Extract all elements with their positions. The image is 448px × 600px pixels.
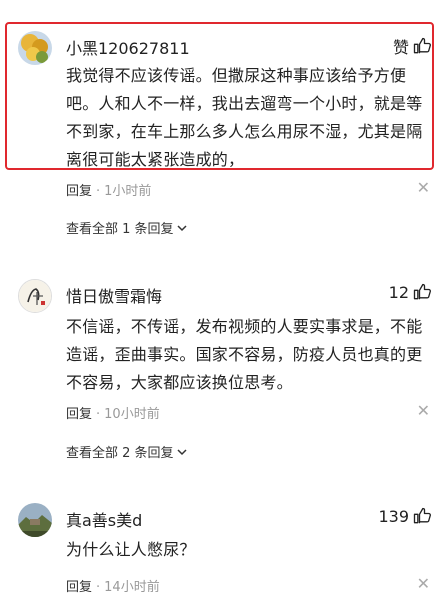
comment-text: 不信谣，不传谣，发布视频的人要实事求是，不能造谣，歪曲事实。国家不容易，防疫人员… <box>66 317 423 392</box>
username[interactable]: 真a善s美d <box>66 507 142 531</box>
view-all-label: 查看全部 2 条回复 <box>66 446 174 461</box>
avatar-image <box>19 280 51 312</box>
like-button[interactable]: 12 <box>389 282 432 302</box>
comment-meta: 回复 · 1小时前 <box>66 180 151 199</box>
chevron-down-icon <box>177 224 187 231</box>
avatar[interactable] <box>18 31 52 65</box>
view-all-label: 查看全部 1 条回复 <box>66 222 174 237</box>
close-icon[interactable]: ✕ <box>417 574 430 593</box>
avatar[interactable] <box>18 279 52 313</box>
timestamp: 1小时前 <box>104 184 152 199</box>
chevron-down-icon <box>177 448 187 455</box>
reply-button[interactable]: 回复 <box>66 407 92 422</box>
comment-meta: 回复 · 10小时前 <box>66 403 160 422</box>
thumbs-up-icon <box>413 507 431 524</box>
comment-meta: 回复 · 14小时前 <box>66 576 160 595</box>
close-icon[interactable]: ✕ <box>417 401 430 420</box>
timestamp: 14小时前 <box>104 580 160 595</box>
view-all-replies-link[interactable]: 查看全部 1 条回复 <box>66 218 188 237</box>
like-button[interactable]: 赞 <box>393 34 432 58</box>
thumbs-up-icon <box>413 37 431 54</box>
close-icon[interactable]: ✕ <box>417 178 430 197</box>
separator-dot: · <box>96 580 101 595</box>
like-label: 赞 <box>392 38 409 57</box>
comment-text: 我觉得不应该传谣。但撒尿这种事应该给予方便吧。人和人不一样，我出去遛弯一个小时，… <box>66 66 423 169</box>
username[interactable]: 惜日傲雪霜悔 <box>66 283 162 307</box>
thumbs-up-icon <box>413 283 431 300</box>
view-all-replies-link[interactable]: 查看全部 2 条回复 <box>66 442 188 461</box>
reply-button[interactable]: 回复 <box>66 580 92 595</box>
avatar-image <box>18 31 52 65</box>
timestamp: 10小时前 <box>104 407 160 422</box>
avatar[interactable] <box>18 503 52 537</box>
avatar-image <box>18 503 52 537</box>
separator-dot: · <box>96 407 101 422</box>
reply-button[interactable]: 回复 <box>66 184 92 199</box>
comment-text: 为什么让人憋尿？ <box>66 540 196 559</box>
like-count: 12 <box>388 282 409 302</box>
separator-dot: · <box>96 184 101 199</box>
username[interactable]: 小黑120627811 <box>66 35 190 59</box>
like-count: 139 <box>378 506 409 526</box>
like-button[interactable]: 139 <box>378 506 432 526</box>
